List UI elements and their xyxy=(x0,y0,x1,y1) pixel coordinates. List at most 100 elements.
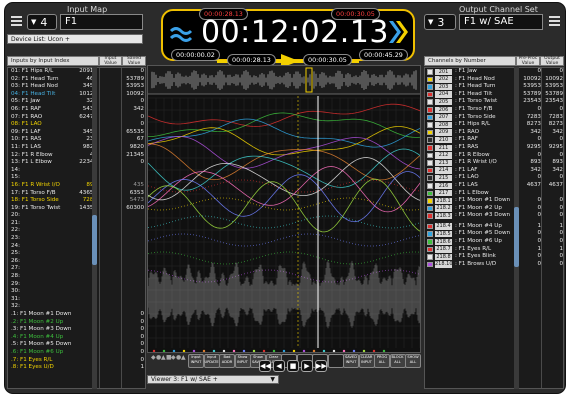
input-row[interactable]: 16: F1 R Wrist I/O893435 xyxy=(8,182,145,190)
viewer-control-button[interactable]: Show INPUT xyxy=(234,354,251,368)
viewer-control-button[interactable]: PROG ALL xyxy=(374,354,390,368)
input-row[interactable]: 06: F1 RAF 5436 342 xyxy=(8,106,145,114)
total-time[interactable]: 00:00:45.29 xyxy=(359,49,408,61)
channel-row[interactable]: 212: F1 R Elbow 0 0 xyxy=(425,152,563,160)
fast-forward-chevrons-icon[interactable] xyxy=(387,19,409,47)
input-row[interactable]: 11: F1 LAS 9820 9820 xyxy=(8,144,145,152)
input-row[interactable]: .7: F1 Eyes R/L10 xyxy=(8,357,145,365)
channels-scrollbar[interactable] xyxy=(514,67,519,389)
fast-forward-button[interactable]: ▶▶ xyxy=(315,360,327,372)
channel-row[interactable]: 218.3: F1 Moon #3 Down 0 0 xyxy=(425,212,563,220)
viewer-control-button[interactable]: SHOW ALL xyxy=(405,354,421,368)
output-set-name[interactable]: F1 w/ SAE xyxy=(459,14,543,30)
input-row[interactable]: 17: F1 Torso F/B 43654 6353 xyxy=(8,190,145,198)
input-map-number-select[interactable]: ▼ 4 xyxy=(27,14,57,30)
viewer-control-button[interactable]: CLEAR INPUT xyxy=(358,354,375,368)
viewer-control-button[interactable]: Bad ADDR xyxy=(219,354,235,368)
rewind-button[interactable]: ◀◀ xyxy=(259,360,271,372)
channel-color-swatch[interactable] xyxy=(427,152,433,159)
channel-row[interactable]: 218.2: F1 Moon #2 Up 0 0 xyxy=(425,205,563,213)
viewer-control-button[interactable]: BLOCK ALL xyxy=(389,354,406,368)
channel-row[interactable]: 218.4: F1 Moon #4 Up 1 1 xyxy=(425,223,563,231)
input-row[interactable]: 03: F1 Head Nod 3456 53953 xyxy=(8,83,145,91)
channel-color-swatch[interactable] xyxy=(427,254,433,260)
channel-color-swatch[interactable] xyxy=(427,182,433,189)
input-row[interactable]: 09: F1 LAF 3452 65535 xyxy=(8,129,145,137)
channel-row[interactable]: 216: F1 LAS 4637 4637 xyxy=(425,182,563,190)
device-list[interactable]: Device List: Ucon + xyxy=(7,34,143,44)
input-row[interactable]: 31: xyxy=(8,296,145,304)
input-row[interactable]: 19: F1 Torso Twist 14356 60300 xyxy=(8,205,145,213)
input-row[interactable]: 18: F1 Torso Side 7283 5473 xyxy=(8,197,145,205)
channels-scrollbar-thumb[interactable] xyxy=(514,207,519,267)
channel-row[interactable]: 205: F1 Torso Twist 23543 23543 xyxy=(425,98,563,106)
menu-icon[interactable] xyxy=(11,15,23,27)
waves-icon[interactable] xyxy=(169,24,195,46)
input-row[interactable]: 12: F1 R Elbow4521345 xyxy=(8,152,145,160)
channel-row[interactable]: 218.5: F1 Moon #5 Down 0 0 xyxy=(425,230,563,238)
input-row[interactable]: 14: xyxy=(8,167,145,175)
input-row[interactable]: .3: F1 Moon #3 Down00 xyxy=(8,326,145,334)
channel-color-swatch[interactable] xyxy=(427,213,433,219)
channel-color-swatch[interactable] xyxy=(427,160,433,166)
channel-color-swatch[interactable] xyxy=(427,91,433,98)
waveform-canvas[interactable] xyxy=(148,66,421,353)
inputs-sort-select[interactable]: Inputs by Input Index xyxy=(7,56,99,66)
input-row[interactable]: 15: xyxy=(8,174,145,182)
channel-color-swatch[interactable] xyxy=(427,137,433,143)
inputs-scrollbar-thumb[interactable] xyxy=(92,215,97,265)
input-row[interactable]: 25: xyxy=(8,250,145,258)
channel-color-swatch[interactable] xyxy=(427,106,433,113)
channel-color-swatch[interactable] xyxy=(427,261,433,268)
viewer-control-button[interactable]: Input UPDATE xyxy=(203,354,220,368)
channel-color-swatch[interactable] xyxy=(427,190,433,197)
channel-color-swatch[interactable] xyxy=(427,99,433,105)
input-row[interactable]: .6: F1 Moon #6 Up00 xyxy=(8,349,145,357)
channel-color-swatch[interactable] xyxy=(427,84,433,90)
channel-row[interactable]: 209: F1 RAO 342 342 xyxy=(425,129,563,137)
channel-color-swatch[interactable] xyxy=(427,198,433,204)
viewer-select[interactable]: Viewer 3: F1 w/ SAE + ▼ xyxy=(147,375,279,384)
channel-row[interactable]: 218.1: F1 Moon #1 Down 0 0 xyxy=(425,197,563,205)
output-set-number-select[interactable]: ▼ 3 xyxy=(424,14,456,30)
viewer-tool-icon[interactable]: ▲ xyxy=(161,354,166,361)
input-row[interactable]: .8: F1 Eyes U/D01 xyxy=(8,364,145,372)
input-row[interactable]: 04: F1 Head Tilt 10128 10092 xyxy=(8,91,145,99)
input-map-name[interactable]: F1 xyxy=(60,14,143,30)
input-row[interactable]: 20: xyxy=(8,212,145,220)
input-row[interactable]: .1: F1 Moon #1 Down10 xyxy=(8,311,145,319)
input-row[interactable]: 28: xyxy=(8,273,145,281)
input-row[interactable]: 01: F1 Hips R/L 20917 0 xyxy=(8,68,145,76)
channel-color-swatch[interactable] xyxy=(427,129,433,136)
channel-row[interactable]: 206: F1 Torso F/B 0 0 xyxy=(425,106,563,114)
input-row[interactable]: 22: xyxy=(8,227,145,235)
input-row[interactable]: 08: F1 LAO 0 xyxy=(8,121,145,129)
viewer-control-button[interactable]: Input INPUT xyxy=(188,354,204,368)
viewer-tool-icon[interactable]: ◆ xyxy=(151,354,156,361)
input-row[interactable]: 02: F1 Head Turn46853789 xyxy=(8,76,145,84)
channel-color-swatch[interactable] xyxy=(427,76,433,83)
channel-color-swatch[interactable] xyxy=(427,167,433,174)
waveform-viewer[interactable] xyxy=(147,65,421,353)
channel-color-swatch[interactable] xyxy=(427,246,433,253)
channel-row[interactable]: 218.7: F1 Eyes R/L 1 1 xyxy=(425,246,563,254)
channel-row[interactable]: 218.8: F1 Eyes Blink 0 0 xyxy=(425,253,563,261)
input-row[interactable]: 24: xyxy=(8,243,145,251)
channel-row[interactable]: 214: F1 LAF 342 342 xyxy=(425,167,563,175)
channel-color-swatch[interactable] xyxy=(427,114,433,121)
input-row[interactable]: 30: xyxy=(8,288,145,296)
input-row[interactable]: .4: F1 Moon #4 Up00 xyxy=(8,334,145,342)
elapsed-time[interactable]: 00:00:00.02 xyxy=(171,49,220,61)
channel-color-swatch[interactable] xyxy=(427,205,433,212)
stop-button[interactable]: ■ xyxy=(287,360,299,372)
channel-row[interactable]: 213: F1 R Wrist I/O 893 893 xyxy=(425,159,563,167)
play-button[interactable]: ▶ xyxy=(301,360,313,372)
channel-row[interactable]: 211: F1 RAS 9295 9295 xyxy=(425,144,563,152)
step-back-button[interactable]: ◀ xyxy=(273,360,285,372)
channel-row[interactable]: 202: F1 Head Nod 10092 10092 xyxy=(425,76,563,84)
channel-row[interactable]: 208: F1 Hips R/L 8273 8273 xyxy=(425,121,563,129)
input-row[interactable]: .5: F1 Moon #5 Down00 xyxy=(8,341,145,349)
input-row[interactable]: 07: F1 RAO 62478 0 xyxy=(8,114,145,122)
channel-row[interactable]: 218.6: F1 Moon #6 Up 0 0 xyxy=(425,238,563,246)
input-row[interactable]: 10: F1 RAS23567 xyxy=(8,136,145,144)
